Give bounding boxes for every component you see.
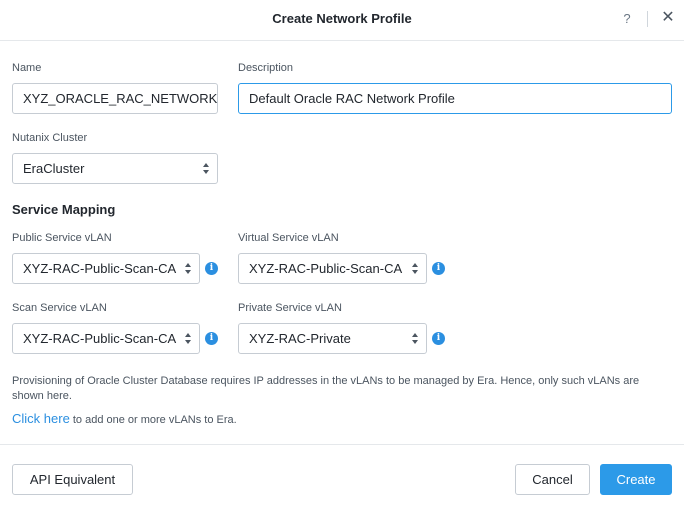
cluster-select-value: EraCluster (23, 161, 85, 176)
cancel-button[interactable]: Cancel (515, 464, 590, 495)
private-service-vlan-select[interactable]: XYZ-RAC-Private (238, 323, 427, 354)
private-service-vlan-value: XYZ-RAC-Private (249, 331, 351, 346)
cluster-select[interactable]: EraCluster (12, 153, 218, 184)
select-arrows-icon (185, 333, 191, 344)
virtual-service-vlan-value: XYZ-RAC-Public-Scan-CA (249, 261, 403, 276)
description-input[interactable]: Default Oracle RAC Network Profile (238, 83, 672, 114)
service-mapping-heading: Service Mapping (12, 202, 116, 217)
create-button[interactable]: Create (600, 464, 672, 495)
name-input[interactable]: XYZ_ORACLE_RAC_NETWORK (12, 83, 218, 114)
header-divider (647, 11, 648, 27)
add-vlan-line: Click here to add one or more vLANs to E… (12, 411, 237, 426)
vlan-notice-text: Provisioning of Oracle Cluster Database … (12, 375, 640, 402)
private-service-vlan-label: Private Service vLAN (238, 302, 342, 314)
public-service-vlan-label: Public Service vLAN (12, 232, 112, 244)
scan-service-vlan-value: XYZ-RAC-Public-Scan-CA (23, 331, 177, 346)
cluster-label: Nutanix Cluster (12, 132, 88, 144)
select-arrows-icon (203, 163, 209, 174)
api-equivalent-button[interactable]: API Equivalent (12, 464, 133, 495)
info-icon[interactable]: i (432, 332, 445, 345)
info-icon[interactable]: i (432, 262, 445, 275)
click-here-link[interactable]: Click here (12, 411, 70, 426)
dialog-header: Create Network Profile ? ✕ (0, 0, 684, 41)
select-arrows-icon (412, 333, 418, 344)
scan-service-vlan-select[interactable]: XYZ-RAC-Public-Scan-CA (12, 323, 200, 354)
public-service-vlan-value: XYZ-RAC-Public-Scan-CA (23, 261, 177, 276)
help-icon[interactable]: ? (621, 11, 633, 26)
dialog-title: Create Network Profile (272, 11, 412, 26)
select-arrows-icon (412, 263, 418, 274)
create-network-profile-dialog: Create Network Profile ? ✕ Name XYZ_ORAC… (0, 0, 684, 509)
info-icon[interactable]: i (205, 262, 218, 275)
select-arrows-icon (185, 263, 191, 274)
add-vlan-suffix: to add one or more vLANs to Era. (69, 414, 237, 426)
virtual-service-vlan-select[interactable]: XYZ-RAC-Public-Scan-CA (238, 253, 427, 284)
scan-service-vlan-label: Scan Service vLAN (12, 302, 107, 314)
info-icon[interactable]: i (205, 332, 218, 345)
virtual-service-vlan-label: Virtual Service vLAN (238, 232, 339, 244)
public-service-vlan-select[interactable]: XYZ-RAC-Public-Scan-CA (12, 253, 200, 284)
footer-divider (0, 444, 684, 445)
close-icon[interactable]: ✕ (660, 9, 676, 27)
description-label: Description (238, 62, 294, 74)
name-label: Name (12, 62, 42, 74)
